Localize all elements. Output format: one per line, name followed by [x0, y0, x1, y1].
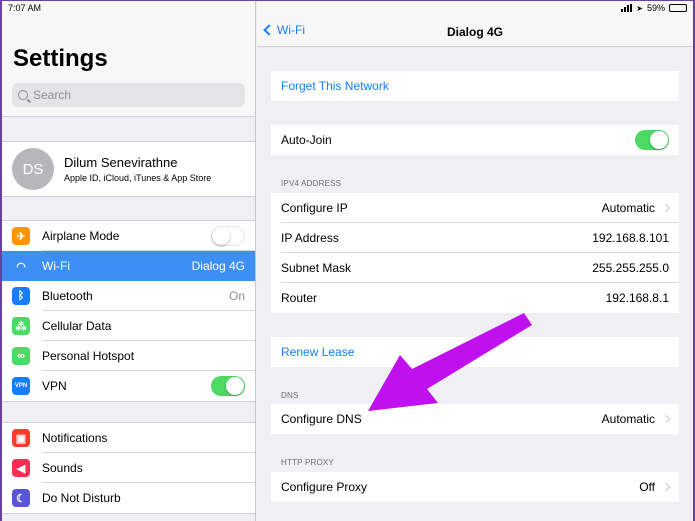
toggle-knob — [226, 377, 244, 395]
configure-proxy-row[interactable]: Configure Proxy Off — [271, 472, 679, 502]
moon-icon: ☾ — [12, 489, 30, 507]
nav-title: Dialog 4G — [446, 25, 503, 39]
sidebar-item-notifications[interactable]: ▣ Notifications — [2, 423, 255, 453]
wifi-icon: ◠ — [12, 257, 30, 275]
status-time: 7:07 AM — [8, 3, 42, 13]
sidebar-item-label: Cellular Data — [42, 319, 112, 333]
chevron-right-icon — [661, 203, 671, 213]
avatar: DS — [12, 148, 54, 190]
sidebar-item-label: Notifications — [42, 431, 108, 445]
sidebar-item-airplane-mode[interactable]: ✈ Airplane Mode — [2, 221, 255, 251]
toggle-knob — [650, 131, 668, 149]
forget-group: Forget This Network — [271, 71, 679, 101]
auto-join-toggle[interactable] — [635, 130, 669, 150]
vpn-icon: VPN — [12, 377, 30, 395]
toggle-switch[interactable] — [211, 376, 245, 396]
dns-header: DNS — [281, 391, 299, 400]
connectivity-group: ✈ Airplane Mode ◠ Wi-Fi Dialog 4G ᛒ Bluetooth O… — [2, 220, 255, 402]
ipv4-row-value: Automatic — [601, 201, 655, 215]
airplane-icon: ✈ — [12, 227, 30, 245]
apple-id-profile[interactable]: DS Dilum Senevirathne Apple ID, iCloud, … — [2, 141, 255, 197]
auto-join-row: Auto-Join — [271, 125, 679, 155]
renew-group: Renew Lease — [271, 337, 679, 367]
settings-sidebar: Settings Search DS Dilum Senevirathne Ap… — [2, 1, 256, 521]
forget-network-button[interactable]: Forget This Network — [271, 71, 679, 101]
page-title: Settings — [13, 45, 108, 72]
sidebar-item-wi-fi[interactable]: ◠ Wi-Fi Dialog 4G — [2, 251, 255, 281]
sidebar-item-cellular-data[interactable]: ⁂ Cellular Data — [2, 311, 255, 341]
profile-name: Dilum Senevirathne — [64, 155, 178, 170]
ipv4-row-subnet-mask: Subnet Mask 255.255.255.0 — [271, 253, 679, 283]
sidebar-item-value: Dialog 4G — [191, 259, 245, 273]
sidebar-item-label: Sounds — [42, 461, 83, 475]
sidebar-item-sounds[interactable]: ◀ Sounds — [2, 453, 255, 483]
notifications-group: ▣ Notifications ◀ Sounds ☾ Do Not Disturb — [2, 422, 255, 514]
renew-lease-button[interactable]: Renew Lease — [271, 337, 679, 367]
ipv4-row-label: Subnet Mask — [281, 261, 352, 275]
ipv4-row-value: 255.255.255.0 — [592, 261, 669, 275]
toggle-knob — [212, 227, 230, 245]
status-bar: 7:07 AM ➤ 59% — [2, 1, 693, 15]
sidebar-header: Settings Search — [2, 1, 255, 117]
ipv4-row-configure-ip[interactable]: Configure IP Automatic — [271, 193, 679, 223]
configure-proxy-value: Off — [639, 480, 655, 494]
sidebar-item-label: Personal Hotspot — [42, 349, 135, 363]
sidebar-item-label: VPN — [42, 379, 67, 393]
proxy-group: Configure Proxy Off — [271, 472, 679, 502]
sidebar-item-vpn[interactable]: VPN VPN — [2, 371, 255, 401]
profile-text: Dilum Senevirathne Apple ID, iCloud, iTu… — [64, 155, 211, 183]
auto-join-group: Auto-Join — [271, 125, 679, 155]
signal-icon — [621, 4, 633, 12]
configure-proxy-label: Configure Proxy — [281, 480, 368, 494]
chevron-right-icon — [661, 414, 671, 424]
ipv4-row-value: 192.168.8.101 — [592, 231, 669, 245]
proxy-header: HTTP PROXY — [281, 458, 334, 467]
renew-lease-label: Renew Lease — [281, 345, 355, 359]
ipv4-group: Configure IP Automatic IP Address 192.168.8… — [271, 193, 679, 313]
sidebar-item-bluetooth[interactable]: ᛒ Bluetooth On — [2, 281, 255, 311]
cellular-icon: ⁂ — [12, 317, 30, 335]
ipv4-row-label: Configure IP — [281, 201, 348, 215]
toggle-switch[interactable] — [211, 226, 245, 246]
sidebar-item-label: Do Not Disturb — [42, 491, 121, 505]
bluetooth-icon: ᛒ — [12, 287, 30, 305]
ipv4-row-ip-address: IP Address 192.168.8.101 — [271, 223, 679, 253]
screen-frame: 7:07 AM ➤ 59% Settings Search DS Dilum S… — [0, 0, 695, 521]
wifi-detail-panel: Wi-Fi Dialog 4G Forget This Network Auto… — [257, 1, 693, 521]
ipv4-row-value: 192.168.8.1 — [605, 291, 669, 305]
profile-subtitle: Apple ID, iCloud, iTunes & App Store — [64, 173, 212, 183]
ipv4-header: IPV4 ADDRESS — [281, 179, 342, 188]
configure-dns-label: Configure DNS — [281, 412, 362, 426]
forget-network-label: Forget This Network — [281, 79, 389, 93]
sidebar-item-do-not-disturb[interactable]: ☾ Do Not Disturb — [2, 483, 255, 513]
configure-dns-row[interactable]: Configure DNS Automatic — [271, 404, 679, 434]
sidebar-item-label: Airplane Mode — [42, 229, 120, 243]
sidebar-item-personal-hotspot[interactable]: ∞ Personal Hotspot — [2, 341, 255, 371]
dns-group: Configure DNS Automatic — [271, 404, 679, 434]
search-input[interactable]: Search — [12, 83, 245, 107]
configure-dns-value: Automatic — [601, 412, 655, 426]
search-placeholder: Search — [33, 88, 72, 102]
sounds-icon: ◀ — [12, 459, 30, 477]
battery-percent: 59% — [646, 3, 665, 13]
location-icon: ➤ — [636, 3, 643, 13]
search-icon — [18, 90, 28, 100]
hotspot-icon: ∞ — [12, 347, 30, 365]
ipv4-row-label: IP Address — [281, 231, 339, 245]
sidebar-item-label: Wi-Fi — [42, 259, 70, 273]
chevron-right-icon — [661, 482, 671, 492]
notifications-icon: ▣ — [12, 429, 30, 447]
sidebar-item-label: Bluetooth — [42, 289, 93, 303]
battery-icon — [669, 4, 687, 12]
ipv4-row-label: Router — [281, 291, 318, 305]
sidebar-item-value: On — [228, 289, 245, 303]
ipv4-row-router: Router 192.168.8.1 — [271, 283, 679, 313]
auto-join-label: Auto-Join — [281, 133, 332, 147]
status-right: ➤ 59% — [621, 3, 687, 13]
